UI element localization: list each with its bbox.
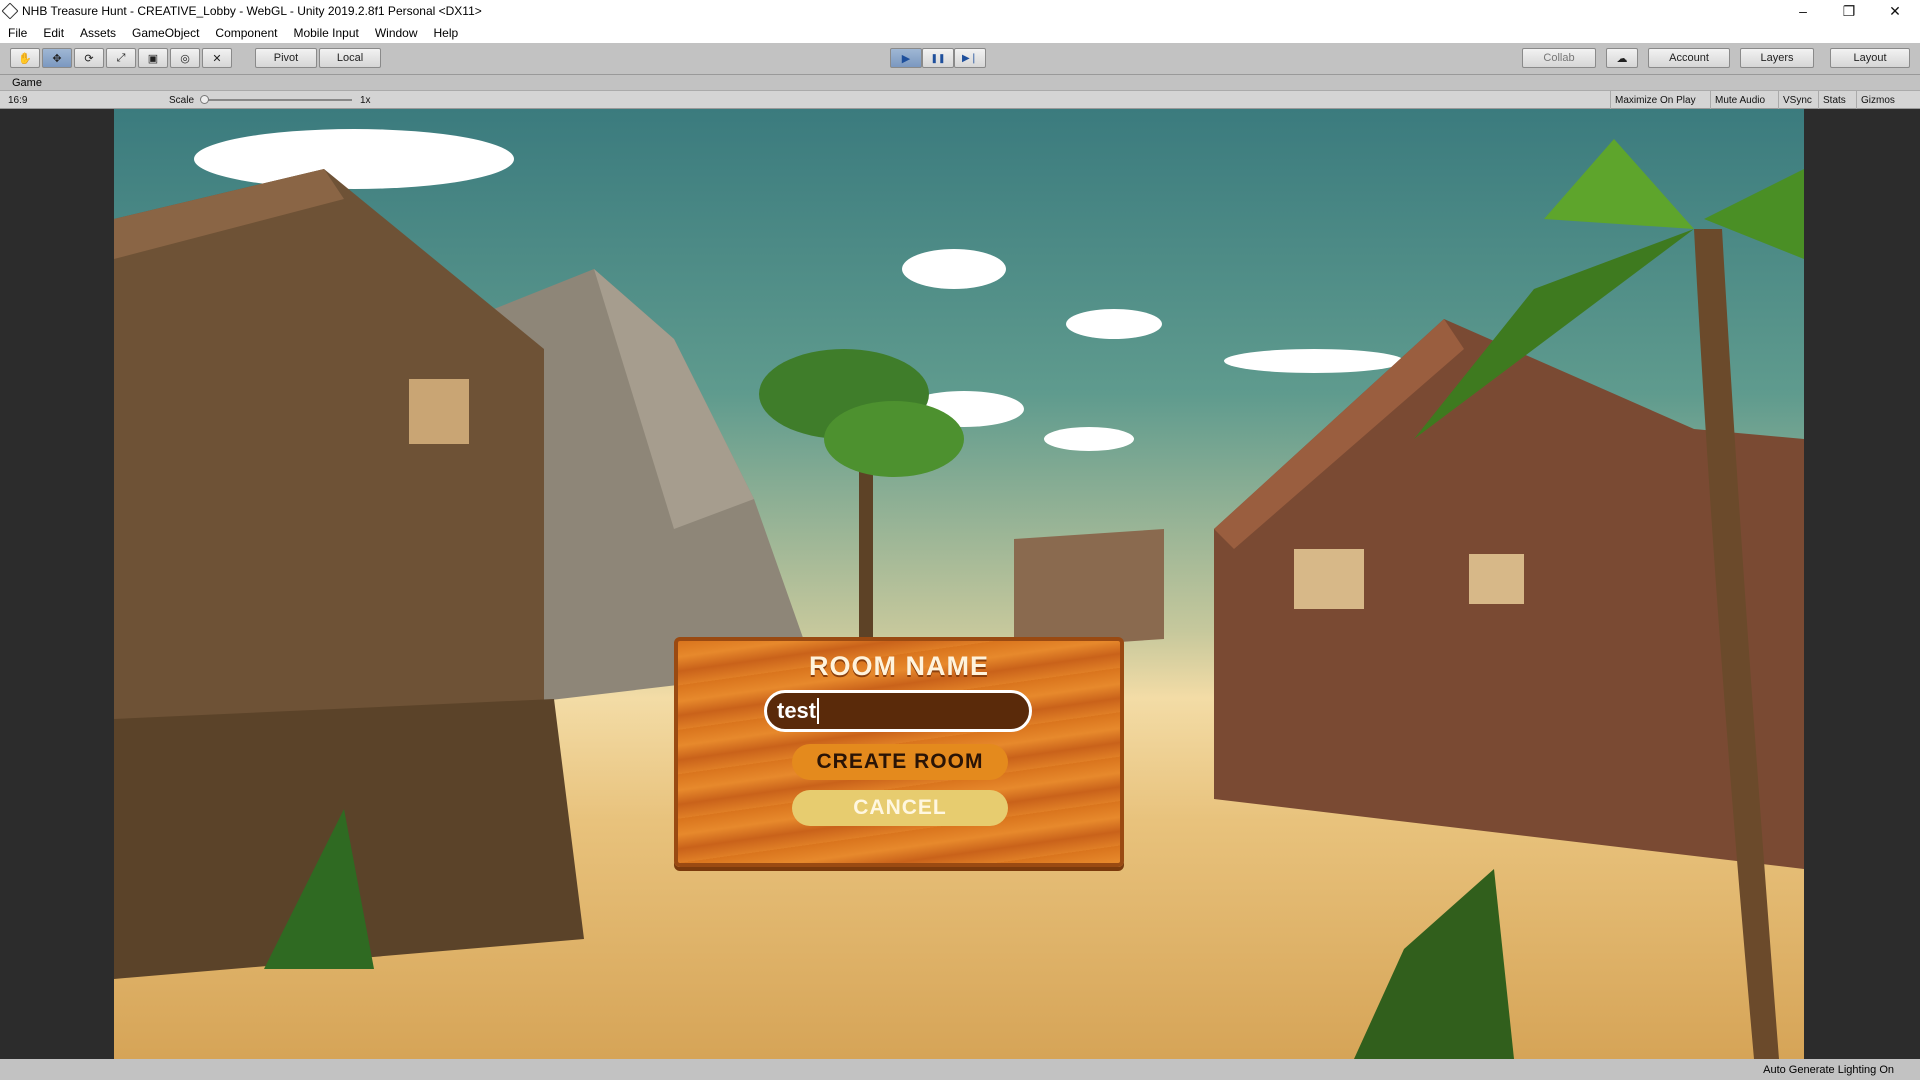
cancel-button[interactable]: CANCEL — [792, 790, 1008, 826]
menu-gameobject[interactable]: GameObject — [124, 26, 207, 40]
window-title: NHB Treasure Hunt - CREATIVE_Lobby - Web… — [22, 4, 482, 18]
close-button[interactable]: ✕ — [1872, 0, 1918, 22]
dialog-title: ROOM NAME — [809, 651, 989, 681]
scale-slider-handle[interactable] — [200, 95, 209, 104]
move-tool-icon[interactable]: ✥ — [42, 48, 72, 68]
create-room-button[interactable]: CREATE ROOM — [792, 744, 1008, 780]
pivot-toggle[interactable]: Pivot — [255, 48, 317, 68]
account-label: Account — [1669, 52, 1709, 64]
menu-file[interactable]: File — [0, 26, 35, 40]
step-button[interactable]: ▶❘ — [954, 48, 986, 68]
pivot-label: Pivot — [273, 52, 299, 64]
menu-bar: File Edit Assets GameObject Component Mo… — [0, 22, 1920, 43]
gizmos-dropdown[interactable]: Gizmos — [1856, 91, 1899, 109]
layout-label: Layout — [1853, 52, 1887, 64]
maximize-on-play-toggle[interactable]: Maximize On Play — [1610, 91, 1700, 109]
unity-logo-icon — [1, 2, 19, 20]
local-label: Local — [336, 52, 364, 64]
menu-edit[interactable]: Edit — [35, 26, 72, 40]
layout-dropdown[interactable]: Layout — [1830, 48, 1910, 68]
mute-audio-toggle[interactable]: Mute Audio — [1710, 91, 1769, 109]
aspect-dropdown[interactable]: 16:9 — [4, 91, 164, 109]
rotate-tool-icon[interactable]: ⟳ — [74, 48, 104, 68]
play-button[interactable]: ▶ — [890, 48, 922, 68]
game-view-toolbar: 16:9 Scale 1x Maximize On Play Mute Audi… — [0, 91, 1920, 109]
pause-button[interactable]: ❚❚ — [922, 48, 954, 68]
scale-label: Scale — [169, 94, 195, 106]
menu-mobile-input[interactable]: Mobile Input — [285, 26, 366, 40]
toolbar: ✋ ✥ ⟳ ⤢ ▣ ◎ ✕ Pivot Local ▶ ❚❚ ▶❘ Collab… — [0, 43, 1920, 75]
maximize-button[interactable]: ❐ — [1826, 0, 1872, 22]
hand-tool-icon[interactable]: ✋ — [10, 48, 40, 68]
scene-art — [114, 129, 1804, 1059]
stats-toggle[interactable]: Stats — [1818, 91, 1850, 109]
room-name-value: test — [777, 698, 817, 723]
scale-value: 1x — [360, 94, 371, 106]
custom-tool-icon[interactable]: ✕ — [202, 48, 232, 68]
menu-help[interactable]: Help — [426, 26, 467, 40]
collab-dropdown[interactable]: Collab — [1522, 48, 1596, 68]
transform-tool-icon[interactable]: ◎ — [170, 48, 200, 68]
collab-label: Collab — [1543, 52, 1575, 64]
game-view: ROOM NAME test CREATE ROOM CANCEL — [0, 109, 1920, 1059]
status-bar: Auto Generate Lighting On — [0, 1059, 1920, 1080]
game-tab[interactable]: Game — [12, 77, 42, 89]
layers-label: Layers — [1760, 52, 1794, 64]
account-dropdown[interactable]: Account — [1648, 48, 1730, 68]
menu-component[interactable]: Component — [207, 26, 285, 40]
cloud-icon[interactable]: ☁ — [1606, 48, 1638, 68]
game-tab-header: Game — [0, 75, 1920, 91]
room-name-input[interactable]: test — [764, 690, 1032, 732]
layers-dropdown[interactable]: Layers — [1740, 48, 1814, 68]
vsync-toggle[interactable]: VSync — [1778, 91, 1816, 109]
game-scene[interactable]: ROOM NAME test CREATE ROOM CANCEL — [114, 109, 1804, 1059]
scale-slider[interactable] — [204, 99, 352, 101]
menu-assets[interactable]: Assets — [72, 26, 124, 40]
menu-window[interactable]: Window — [367, 26, 426, 40]
title-bar: NHB Treasure Hunt - CREATIVE_Lobby - Web… — [0, 0, 1920, 22]
room-name-dialog: ROOM NAME test CREATE ROOM CANCEL — [674, 637, 1124, 867]
rect-tool-icon[interactable]: ▣ — [138, 48, 168, 68]
scale-tool-icon[interactable]: ⤢ — [106, 48, 136, 68]
status-text: Auto Generate Lighting On — [1763, 1063, 1894, 1076]
local-toggle[interactable]: Local — [319, 48, 381, 68]
minimize-button[interactable]: – — [1780, 0, 1826, 22]
text-caret — [817, 698, 820, 724]
